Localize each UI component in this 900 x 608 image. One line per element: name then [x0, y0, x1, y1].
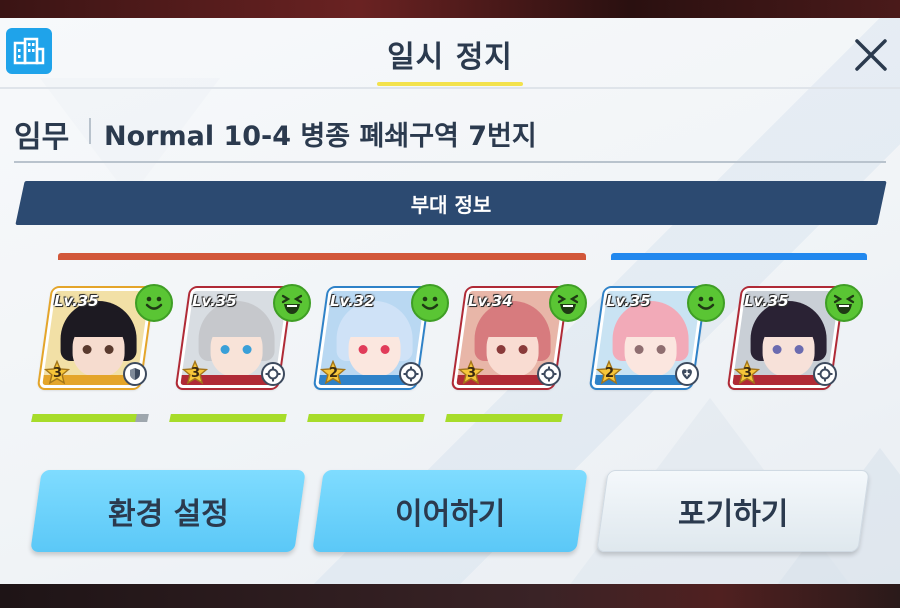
close-icon[interactable] [850, 34, 892, 76]
member-star-count: 3 [191, 366, 201, 381]
star-icon: 3 [44, 360, 70, 386]
smile-face-icon [411, 284, 449, 322]
member-star-count: 2 [605, 366, 615, 381]
member-hp-fill [169, 414, 287, 422]
mission-name: Normal 10-4 병종 폐쇄구역 7번지 [104, 121, 537, 152]
member-hp-bar [31, 414, 149, 422]
member-level: Lv.34 [468, 292, 513, 310]
member-star-count: 3 [53, 366, 63, 381]
mission-separator [89, 118, 91, 144]
member-star-count: 3 [743, 366, 753, 381]
star-icon: 2 [596, 360, 622, 386]
building-icon[interactable] [6, 28, 52, 74]
member-level: Lv.35 [744, 292, 789, 310]
laugh-face-icon [825, 284, 863, 322]
title-underline [377, 82, 523, 86]
laugh-face-icon [273, 284, 311, 322]
continue-button[interactable]: 이어하기 [312, 470, 588, 552]
crosshair-icon [399, 362, 423, 386]
member-star-count: 2 [329, 366, 339, 381]
smile-face-icon [687, 284, 725, 322]
member-level: Lv.35 [192, 292, 237, 310]
laugh-face-icon [549, 284, 587, 322]
star-icon: 3 [182, 360, 208, 386]
pause-dialog: 일시 정지 임무 Normal 10-4 병종 폐쇄구역 7번지 부대 정보 L… [0, 18, 900, 584]
striker-group-line [58, 253, 586, 260]
star-icon: 2 [320, 360, 346, 386]
give-up-button-label: 포기하기 [677, 497, 789, 532]
shield-icon [123, 362, 147, 386]
settings-button[interactable]: 환경 설정 [30, 470, 306, 552]
squad-info-title: 부대 정보 [410, 192, 492, 217]
member-hp-fill [307, 414, 425, 422]
member-hp-bar [307, 414, 425, 422]
page-title: 일시 정지 [387, 40, 513, 75]
crosshair-icon [813, 362, 837, 386]
background-top-strip [0, 0, 900, 18]
continue-button-label: 이어하기 [394, 497, 506, 532]
member-hp-fill [445, 414, 563, 422]
member-star-count: 3 [467, 366, 477, 381]
crosshair-icon [537, 362, 561, 386]
member-hp-bar [169, 414, 287, 422]
heal-icon [675, 362, 699, 386]
mission-divider [14, 161, 886, 163]
star-icon: 3 [734, 360, 760, 386]
member-hp-fill [31, 414, 138, 422]
member-level: Lv.35 [606, 292, 651, 310]
special-group-line [611, 253, 867, 260]
mission-label: 임무 [14, 120, 70, 155]
settings-button-label: 환경 설정 [107, 497, 229, 532]
crosshair-icon [261, 362, 285, 386]
star-icon: 3 [458, 360, 484, 386]
give-up-button[interactable]: 포기하기 [596, 470, 870, 552]
smile-face-icon [135, 284, 173, 322]
header-divider [0, 87, 900, 89]
member-hp-bar [445, 414, 563, 422]
background-bottom-strip [0, 584, 900, 608]
member-level: Lv.35 [54, 292, 99, 310]
member-level: Lv.32 [330, 292, 375, 310]
